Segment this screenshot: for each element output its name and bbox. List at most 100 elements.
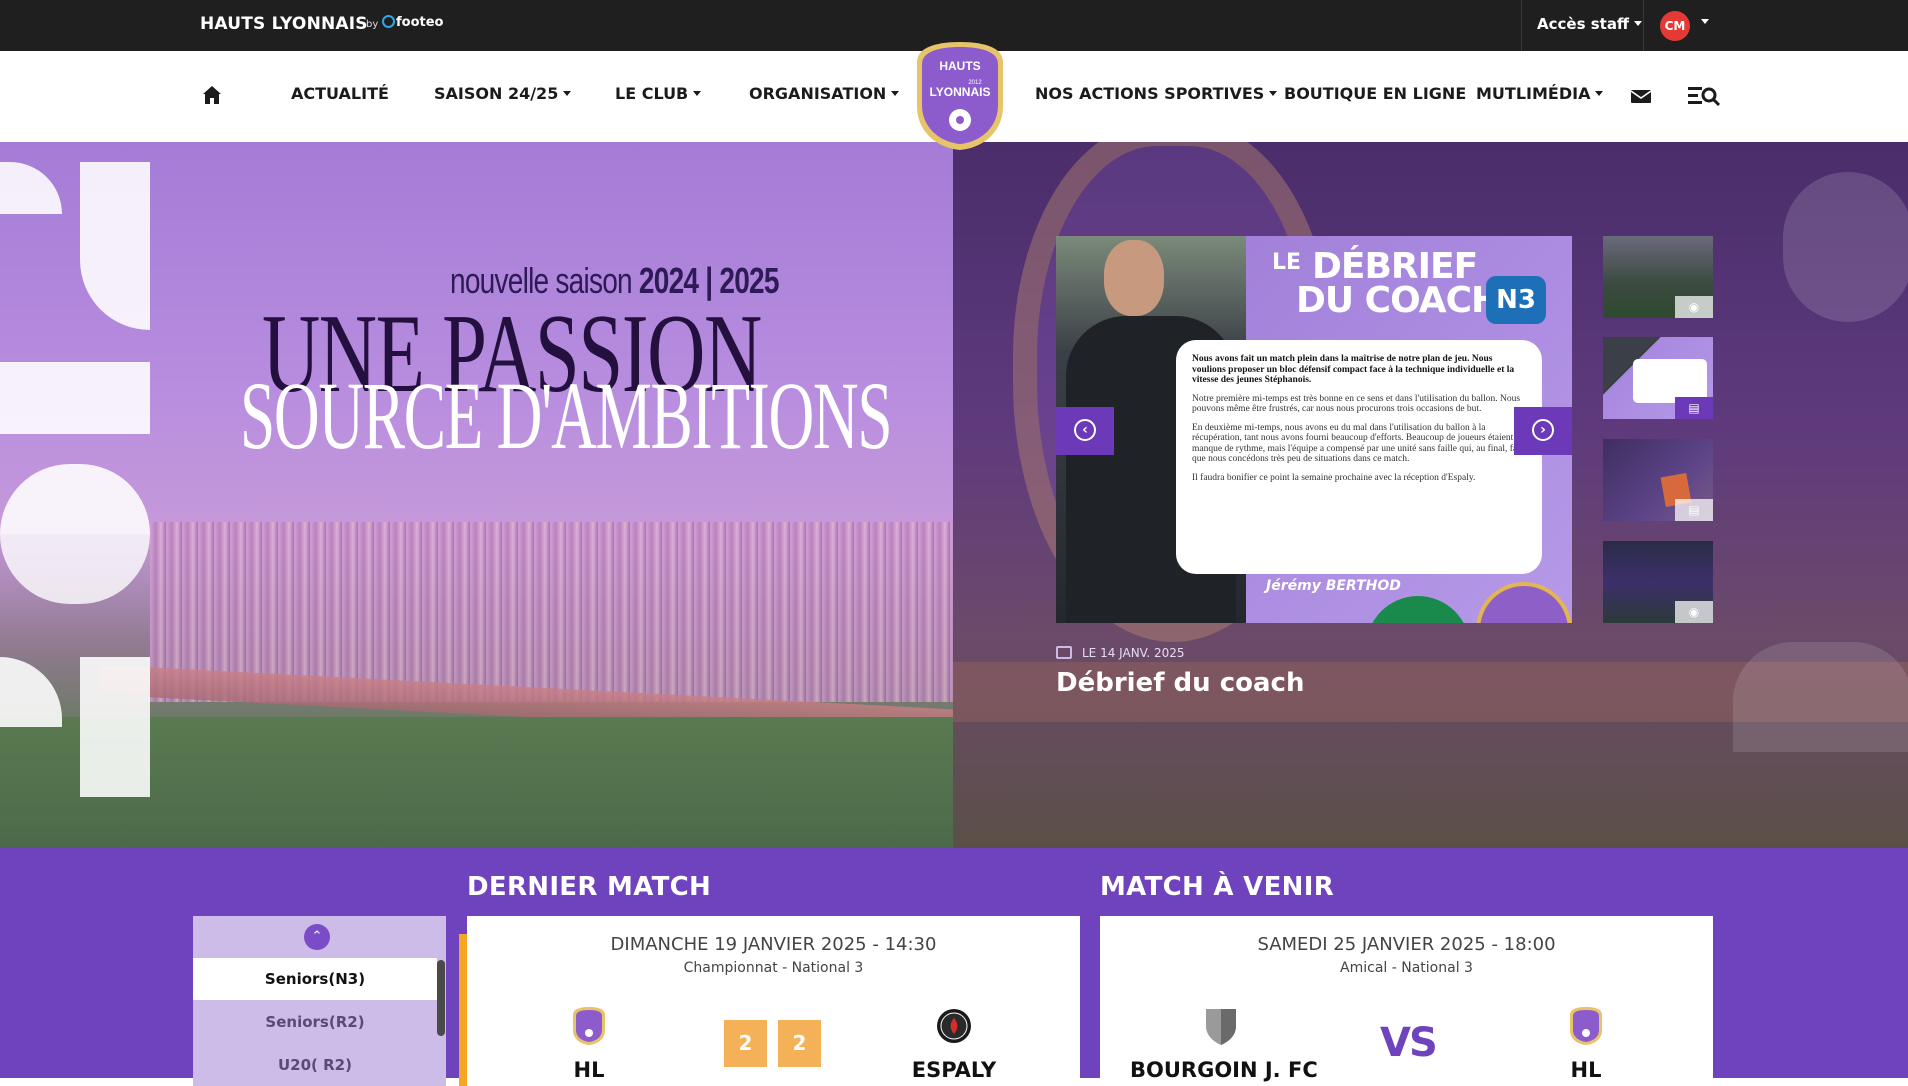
last-match-card[interactable]: DIMANCHE 19 JANVIER 2025 - 14:30 Champio… [459, 916, 1080, 1086]
away-score: 2 [778, 1020, 821, 1067]
chevron-down-icon [1595, 91, 1604, 96]
chevron-down-icon [1269, 91, 1278, 96]
nav-item-actions-sportives[interactable]: NOS ACTIONS SPORTIVES [1035, 84, 1278, 103]
logo-line1: HAUTS [939, 59, 980, 73]
nav-item-boutique[interactable]: BOUTIQUE EN LIGNE [1284, 84, 1466, 103]
quote-paragraph: Nous avons fait un match plein dans la m… [1192, 354, 1515, 385]
last-match-title: DERNIER MATCH [467, 872, 712, 902]
away-team-name: HL [1570, 1058, 1602, 1082]
chevron-up-icon[interactable]: ⌃ [304, 924, 330, 950]
chevron-down-icon [563, 91, 572, 96]
opponent-crest [1366, 596, 1470, 623]
news-title[interactable]: Débrief du coach [1056, 668, 1304, 698]
next-match-title: MATCH À VENIR [1100, 872, 1335, 902]
news-date: LE 14 JANV. 2025 [1082, 646, 1185, 660]
card-title-le: LE [1272, 250, 1302, 275]
logo-year: 2012 [968, 80, 982, 86]
news-icon: ▤ [1675, 397, 1713, 419]
match-date: DIMANCHE 19 JANVIER 2025 - 14:30 [610, 934, 937, 955]
chevron-down-icon[interactable] [1701, 19, 1709, 24]
club-logo[interactable]: HAUTS LYONNAIS 2012 [915, 40, 1005, 152]
footeo-icon [382, 15, 395, 28]
slider-thumbnail[interactable]: ▤ [1603, 337, 1713, 419]
home-team-crest [1206, 1009, 1236, 1045]
away-team-name: ESPALY [911, 1058, 997, 1082]
staff-access-label: Accès staff [1537, 15, 1630, 33]
card-accent [459, 934, 467, 1086]
chevron-left-icon: ‹ [1074, 419, 1096, 441]
match-competition: Amical - National 3 [1340, 960, 1473, 976]
logo-line2: LYONNAIS [930, 85, 991, 99]
blurred-shape [1733, 642, 1908, 752]
club-crest [1476, 582, 1572, 623]
nav-label: ACTUALITÉ [291, 84, 389, 103]
match-competition: Championnat - National 3 [683, 960, 864, 976]
next-match-card[interactable]: SAMEDI 25 JANVIER 2025 - 18:00 Amical - … [1100, 916, 1713, 1086]
match-date: SAMEDI 25 JANVIER 2025 - 18:00 [1257, 934, 1556, 955]
slider-prev-button[interactable]: ‹ [1056, 407, 1114, 455]
search-menu-icon[interactable] [1688, 85, 1720, 107]
card-title-coach: DU COACH [1296, 280, 1501, 321]
home-icon[interactable] [201, 84, 223, 106]
staff-access-dropdown[interactable]: Accès staff [1537, 15, 1643, 33]
nav-item-actualite[interactable]: ACTUALITÉ [291, 84, 389, 103]
decor-shape [80, 657, 150, 797]
decor-shape [0, 162, 62, 214]
decor-shape [80, 162, 150, 330]
coach-signature: Jérémy BERTHOD [1266, 578, 1401, 594]
chevron-down-icon [891, 91, 900, 96]
divider [1643, 0, 1644, 51]
team-selector: ⌃ Seniors(N3) Seniors(R2) U20( R2) [193, 916, 446, 1086]
team-tab[interactable]: Seniors(N3) [193, 958, 437, 1000]
footeo-text: footeo [396, 15, 444, 30]
nav-item-organisation[interactable]: ORGANISATION [749, 84, 900, 103]
slider-thumbnail[interactable]: ◉ [1603, 236, 1713, 318]
mail-icon[interactable] [1631, 88, 1651, 104]
chevron-down-icon [693, 91, 702, 96]
slider-next-button[interactable]: › [1514, 407, 1572, 455]
chevron-down-icon [1634, 21, 1643, 26]
quote-paragraph: Notre première mi-temps est très bonne e… [1192, 393, 1521, 415]
chevron-right-icon: › [1532, 419, 1554, 441]
coach-quote-card: Nous avons fait un match plein dans la m… [1176, 340, 1542, 574]
away-team-crest [1570, 1007, 1602, 1045]
camera-icon: ◉ [1675, 601, 1713, 623]
coach-head [1104, 240, 1164, 316]
by-label: by [366, 19, 379, 30]
club-name[interactable]: HAUTS LYONNAIS [200, 14, 368, 34]
away-team-crest [937, 1009, 971, 1043]
home-team-name: BOURGOIN J. FC [1130, 1058, 1318, 1082]
nav-label: ORGANISATION [749, 84, 887, 103]
versus-label: VS [1380, 1020, 1438, 1066]
news-meta: LE 14 JANV. 2025 [1056, 646, 1185, 660]
hero-banner[interactable]: nouvelle saison 2024 | 2025 UNE PASSION … [0, 142, 953, 848]
quote-paragraph: Il faudra bonifier ce point la semaine p… [1192, 472, 1476, 483]
league-badge: N3 [1486, 276, 1546, 324]
blurred-shape [1783, 172, 1908, 322]
hero-title-line2: SOURCE D'AMBITIONS [240, 362, 893, 469]
home-score: 2 [724, 1020, 767, 1067]
nav-label: NOS ACTIONS SPORTIVES [1035, 84, 1265, 103]
nav-label: LE CLUB [615, 84, 689, 103]
nav-item-multimedia[interactable]: MUTLIMÉDIA [1476, 84, 1604, 103]
nav-label: MUTLIMÉDIA [1476, 84, 1591, 103]
slider-thumbnail[interactable]: ▤ [1603, 439, 1713, 521]
nav-item-saison[interactable]: SAISON 24/25 [434, 84, 572, 103]
divider [1521, 0, 1522, 51]
news-icon [1056, 646, 1072, 659]
news-icon: ▤ [1675, 499, 1713, 521]
decor-shape [0, 464, 150, 534]
scrollbar[interactable] [437, 960, 445, 1036]
home-team-crest [573, 1007, 605, 1045]
slider-main-image[interactable]: LE DÉBRIEF DU COACH N3 Nous avons fait u… [1056, 236, 1572, 623]
camera-icon: ◉ [1675, 296, 1713, 318]
nav-label: BOUTIQUE EN LIGNE [1284, 84, 1467, 103]
quote-paragraph: En deuxième mi-temps, nous avons eu du m… [1192, 422, 1525, 465]
team-tab[interactable]: Seniors(R2) [193, 1001, 437, 1043]
footeo-logo[interactable]: footeo [382, 15, 443, 30]
nav-label: SAISON 24/25 [434, 84, 559, 103]
team-tab[interactable]: U20( R2) [193, 1044, 437, 1086]
slider-thumbnail[interactable]: ◉ [1603, 541, 1713, 623]
nav-item-le-club[interactable]: LE CLUB [615, 84, 702, 103]
user-avatar[interactable]: CM [1660, 11, 1690, 41]
